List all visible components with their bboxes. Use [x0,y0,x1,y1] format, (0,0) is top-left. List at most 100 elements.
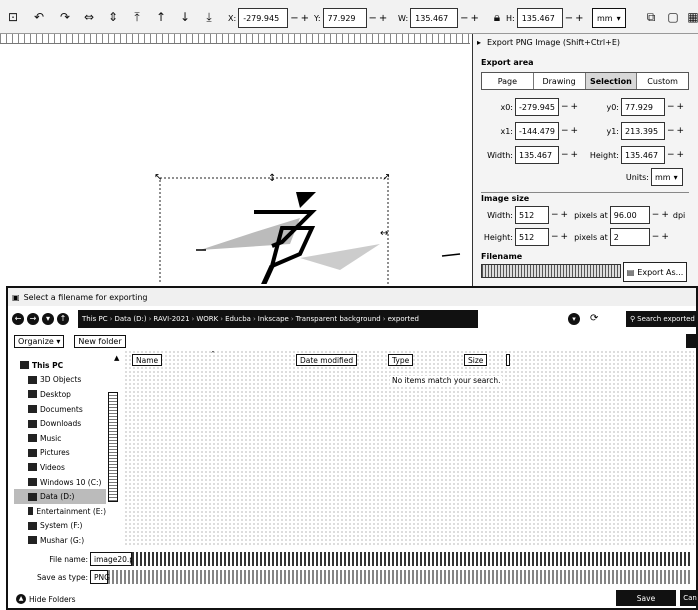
new-folder-button[interactable]: New folder [74,334,126,348]
nav-item-windows-c[interactable]: Windows 10 (C:) [14,475,106,490]
breadcrumb-work[interactable]: WORK [196,315,218,323]
dpi-spin-buttons[interactable]: −+ [650,210,673,220]
dpi-field[interactable]: 96.00 [609,206,650,224]
width-spin-buttons[interactable]: −+ [559,150,582,160]
breadcrumb-data-d[interactable]: Data (D:) [114,315,146,323]
lower-icon[interactable]: ↓ [176,8,194,26]
scale-stroke-icon[interactable]: ⧉ [642,8,660,26]
img-height-spin-buttons[interactable]: −+ [549,232,572,242]
column-header-name[interactable]: Name [132,354,163,366]
file-name-input[interactable]: image20.png [90,552,144,566]
nav-item-this-pc[interactable]: This PC [14,358,106,373]
width-field[interactable]: 135.467 [515,146,559,164]
column-resize-handle[interactable] [506,354,510,366]
help-icon[interactable] [686,334,698,348]
raise-to-top-icon[interactable]: ⤒ [128,8,146,26]
move-gradients-icon[interactable]: ▦ [684,8,698,26]
img-width-spin-buttons[interactable]: −+ [549,210,572,220]
hide-folders-toggle[interactable]: ▲ Hide Folders [16,594,76,604]
tab-selection[interactable]: Selection [585,73,638,89]
select-all-icon[interactable]: ⊡ [4,8,22,26]
rotate-cw-icon[interactable]: ↷ [56,8,74,26]
dpi-spin-buttons-2[interactable]: −+ [650,232,673,242]
search-input[interactable]: ⚲ Search exported [626,311,696,327]
export-as-button[interactable]: ▤ Export As... [623,262,687,282]
nav-item-entertainment-e[interactable]: Entertainment (E:) [14,504,106,519]
back-arrow-icon[interactable]: ← [12,313,24,325]
nav-item-videos[interactable]: Videos [14,460,106,475]
nav-item-data-d[interactable]: Data (D:) [14,489,106,504]
address-dropdown-icon[interactable]: ▾ [568,313,580,325]
file-name-input-extension[interactable] [132,552,692,566]
scroll-up-icon[interactable]: ▲ [114,354,119,362]
forward-arrow-icon[interactable]: → [27,313,39,325]
w-spin-buttons[interactable]: −+ [458,8,483,28]
tab-page[interactable]: Page [482,73,534,89]
height-spin-buttons[interactable]: −+ [665,150,688,160]
panel-dropdown-icon[interactable]: ▸ [477,38,481,47]
cancel-button[interactable]: Can [680,590,698,606]
breadcrumb-educba[interactable]: Educba [225,315,251,323]
y1-field[interactable]: 213.395 [621,122,665,140]
breadcrumb-exported[interactable]: exported [388,315,419,323]
breadcrumb-this-pc[interactable]: This PC [82,315,108,323]
y-field[interactable]: 77.929 [322,8,367,28]
x1-spin-buttons[interactable]: −+ [559,126,582,136]
x-field[interactable]: -279.945 [238,8,289,28]
lock-icon[interactable]: 🔒︎ [488,8,506,26]
tab-drawing[interactable]: Drawing [534,73,586,89]
nav-item-music[interactable]: Music [14,431,106,446]
scale-corners-icon[interactable]: ▢ [664,8,682,26]
breadcrumb-inkscape[interactable]: Inkscape [258,315,289,323]
nav-pane-scrollbar[interactable] [108,392,118,502]
img-width-field[interactable]: 512 [515,206,549,224]
save-type-select-extension[interactable] [108,570,692,584]
x0-spin-buttons[interactable]: −+ [559,102,582,112]
y1-spin-buttons[interactable]: −+ [665,126,688,136]
image-size-heading: Image size [481,194,530,203]
breadcrumb-ravi-2021[interactable]: RAVI-2021 [153,315,189,323]
raise-icon[interactable]: ↑ [152,8,170,26]
save-type-select[interactable]: PNG [90,570,110,584]
up-arrow-icon[interactable]: ↑ [57,313,69,325]
tab-custom[interactable]: Custom [637,73,688,89]
column-header-size[interactable]: Size [464,354,488,366]
flip-vertical-icon[interactable]: ⇕ [104,8,122,26]
hide-folders-label: Hide Folders [29,594,76,604]
drawing-canvas[interactable]: ↖ ↕ ↗ ↔ [0,44,470,290]
nav-item-pictures[interactable]: Pictures [14,446,106,461]
y0-field[interactable]: 77.929 [621,98,665,116]
rotate-ccw-icon[interactable]: ↶ [30,8,48,26]
nav-item-3d-objects[interactable]: 3D Objects [14,373,106,388]
h-field[interactable]: 135.467 [516,8,563,28]
save-button[interactable]: Save [616,590,676,606]
units-dropdown[interactable]: mm ▾ [651,168,683,186]
organize-button[interactable]: Organize ▾ [14,334,65,348]
x1-label: x1: [500,126,513,136]
w-field[interactable]: 135.467 [410,8,459,28]
flip-horizontal-icon[interactable]: ⇔ [80,8,98,26]
breadcrumb-transparent-background[interactable]: Transparent background [296,315,381,323]
img-height-field[interactable]: 512 [515,228,549,246]
recent-dropdown-icon[interactable]: ▾ [42,313,54,325]
nav-item-desktop[interactable]: Desktop [14,387,106,402]
height-field[interactable]: 135.467 [621,146,665,164]
dpi-field-2[interactable]: 2 [609,228,650,246]
unit-value: mm [597,13,613,23]
nav-item-documents[interactable]: Documents [14,402,106,417]
refresh-icon[interactable]: ⟳ [590,313,598,324]
sort-chevron-icon[interactable]: ⌃ [210,350,216,358]
column-header-date-modified[interactable]: Date modified [296,354,358,366]
nav-item-downloads[interactable]: Downloads [14,416,106,431]
column-header-type[interactable]: Type [388,354,414,366]
lower-to-bottom-icon[interactable]: ⤓ [200,8,218,26]
x0-field[interactable]: -279.945 [515,98,559,116]
y0-spin-buttons[interactable]: −+ [665,102,688,112]
x-spin-buttons[interactable]: −+ [288,8,313,28]
x1-field[interactable]: -144.479 [515,122,559,140]
filename-input[interactable] [481,264,621,278]
y-spin-buttons[interactable]: −+ [367,8,392,28]
unit-dropdown[interactable]: mm ▾ [592,8,626,28]
nav-item-system-f[interactable]: System (F:) [14,519,106,534]
h-spin-buttons[interactable]: −+ [563,8,588,28]
